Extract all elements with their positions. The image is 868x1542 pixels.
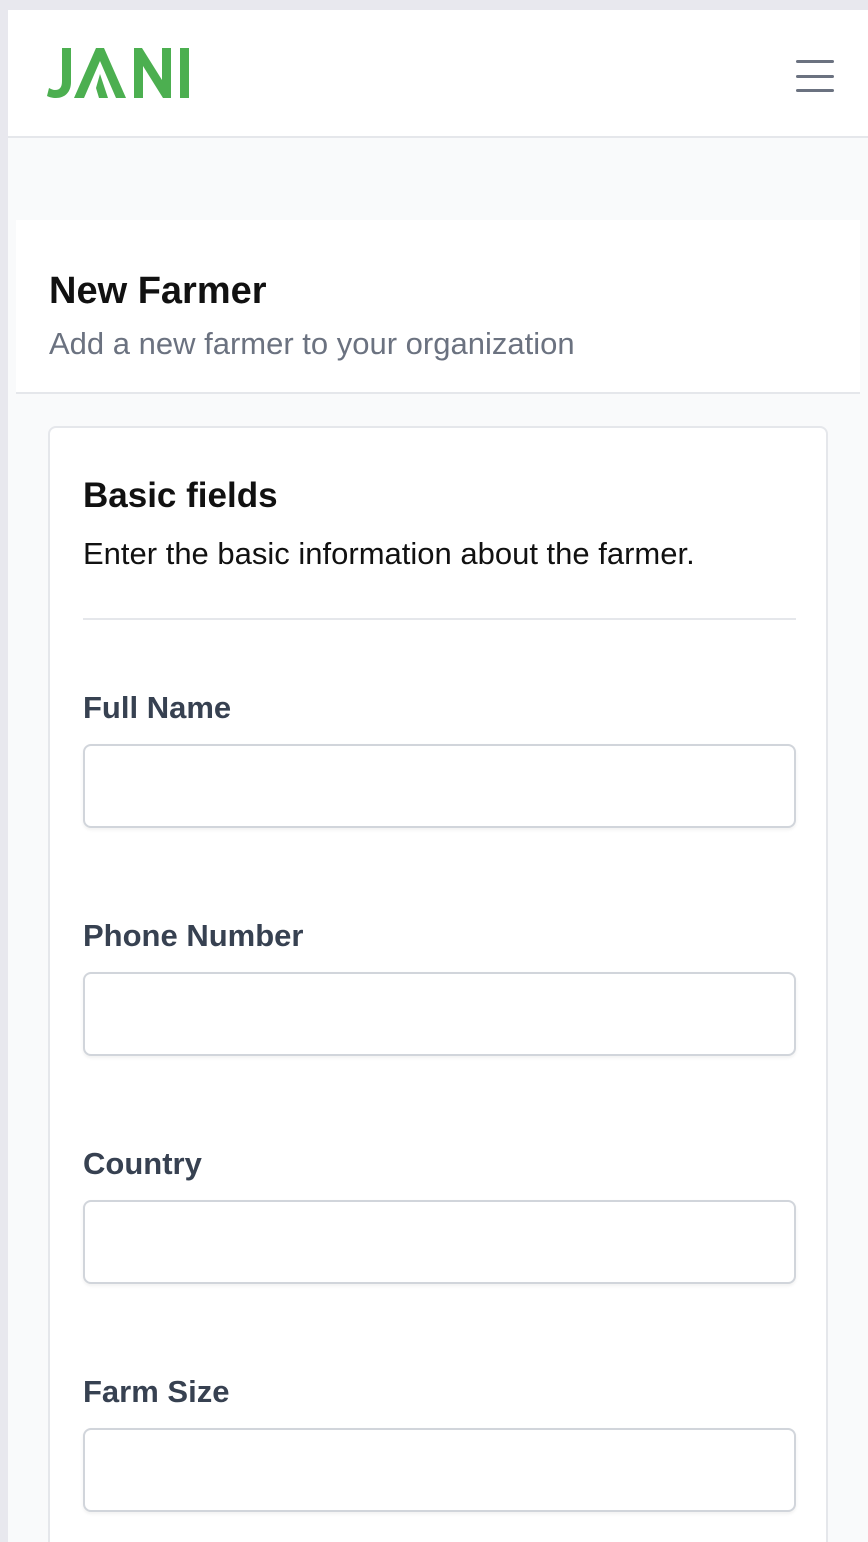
page-header: New Farmer Add a new farmer to your orga… (16, 220, 860, 394)
menu-line (796, 89, 834, 92)
full-name-input[interactable] (83, 744, 796, 828)
page-subtitle: Add a new farmer to your organization (49, 326, 575, 361)
phone-number-input[interactable] (83, 972, 796, 1056)
section-title: Basic fields (83, 476, 278, 515)
section-description: Enter the basic information about the fa… (83, 536, 695, 571)
new-farmer-form: Basic fields Enter the basic information… (48, 426, 828, 1542)
section-divider (83, 618, 796, 620)
page-title: New Farmer (49, 270, 267, 312)
menu-line (796, 74, 834, 78)
phone-number-label: Phone Number (83, 918, 304, 953)
jani-logo[interactable] (46, 46, 196, 100)
full-name-label: Full Name (83, 690, 232, 725)
menu-line (796, 60, 834, 63)
farm-size-input[interactable] (83, 1428, 796, 1512)
farm-size-label: Farm Size (83, 1374, 230, 1409)
country-label: Country (83, 1146, 202, 1181)
hamburger-menu-icon[interactable] (790, 56, 840, 96)
top-navbar (8, 10, 868, 138)
country-input[interactable] (83, 1200, 796, 1284)
app-page: New Farmer Add a new farmer to your orga… (8, 10, 868, 1542)
